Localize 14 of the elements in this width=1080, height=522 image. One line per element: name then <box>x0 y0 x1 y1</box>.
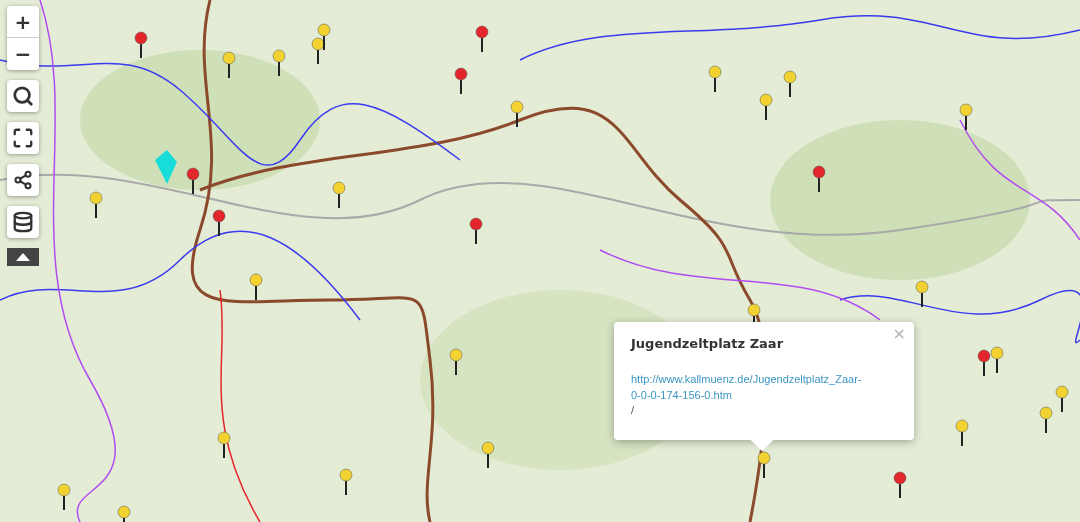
triangle-up-icon <box>16 253 30 261</box>
collapse-toggle-button[interactable] <box>7 248 39 266</box>
popup-title: Jugendzeltplatz Zaar <box>631 336 785 351</box>
fullscreen-icon <box>12 127 34 149</box>
fullscreen-button[interactable] <box>7 122 39 154</box>
search-icon <box>12 85 34 107</box>
share-icon <box>13 170 33 190</box>
zoom-out-button[interactable]: − <box>7 38 39 70</box>
share-button[interactable] <box>7 164 39 196</box>
layers-button[interactable] <box>7 206 39 238</box>
database-icon <box>12 211 34 233</box>
search-button[interactable] <box>7 80 39 112</box>
popup-text: / <box>631 403 635 418</box>
zoom-in-button[interactable]: + <box>7 6 39 38</box>
